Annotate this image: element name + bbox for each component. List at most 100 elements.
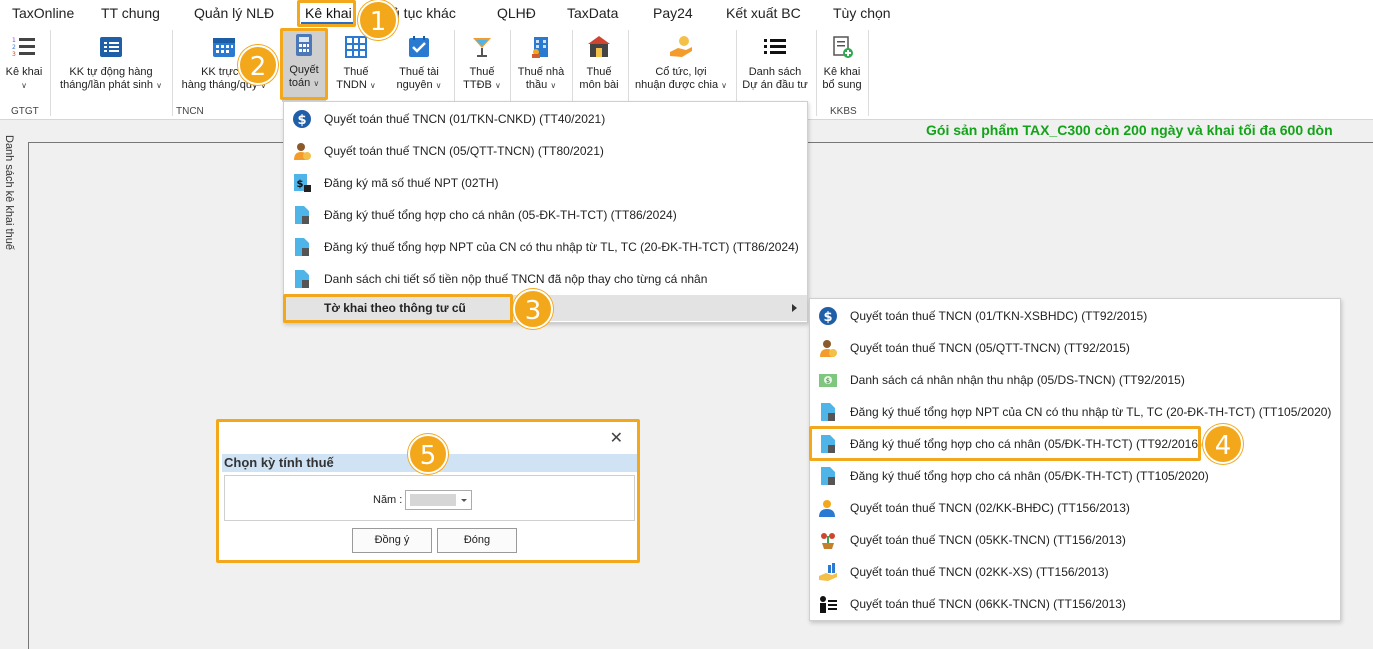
top-menubar: TaxOnline TT chung Quản lý NLĐ Kê khai ủ… — [0, 0, 1373, 26]
thue-mon-bai-button[interactable]: Thuế môn bài — [576, 30, 622, 102]
svg-text:$: $ — [823, 310, 832, 325]
bullet-list-icon — [764, 39, 786, 54]
chevron-down-icon: ∨ — [369, 81, 376, 90]
tab-taxonline[interactable]: TaxOnline — [12, 0, 74, 26]
callout-badge-2: 2 — [238, 45, 278, 85]
submenu-item-label: Đăng ký thuế tổng hợp cho cá nhân (05/ĐK… — [850, 469, 1209, 483]
tab-thu-tuc-khac[interactable]: ủ tục khác — [392, 0, 456, 26]
ke-khai-bo-sung-label2: bổ sung — [822, 79, 862, 91]
tab-tuy-chon[interactable]: Tùy chọn — [833, 0, 891, 26]
tab-pay24[interactable]: Pay24 — [653, 0, 693, 26]
thue-tndn-label1: Thuế — [343, 66, 369, 78]
chevron-down-icon: ∨ — [21, 81, 27, 90]
thue-tndn-button[interactable]: Thuế TNDN ∨ — [334, 30, 378, 102]
chevron-down-icon: ∨ — [494, 81, 501, 90]
co-tuc-label2: nhuận được chia — [635, 79, 719, 91]
menu-item[interactable]: $ Quyết toán thuế TNCN (01/TKN-CNKD) (TT… — [284, 103, 807, 135]
callout-badge-3: 3 — [513, 289, 553, 329]
submenu-item-label: Quyết toán thuế TNCN (05/QTT-TNCN) (TT92… — [850, 341, 1130, 355]
submenu-item-label: Quyết toán thuế TNCN (06KK-TNCN) (TT156/… — [850, 597, 1126, 611]
thue-ttdb-button[interactable]: Thuế TTĐB ∨ — [460, 30, 504, 102]
svg-text:$: $ — [297, 113, 306, 128]
submenu-item[interactable]: Đăng ký thuế tổng hợp cho cá nhân (05/ĐK… — [810, 460, 1340, 492]
document-icon — [821, 403, 835, 421]
highlight-submenu-item — [809, 426, 1201, 461]
hand-chart-icon — [819, 563, 837, 581]
dollar-circle-icon: $ — [819, 307, 837, 325]
submenu-item[interactable]: $ Quyết toán thuế TNCN (01/TKN-XSBHDC) (… — [810, 300, 1340, 332]
ke-khai-button[interactable]: 1 2 3 Kê khai ∨ — [2, 30, 46, 102]
thue-nha-thau-label2: thầu — [525, 79, 548, 91]
plant-icon — [821, 533, 835, 549]
store-icon — [588, 36, 610, 57]
submenu-item-label: Quyết toán thuế TNCN (05KK-TNCN) (TT156/… — [850, 533, 1126, 547]
submenu-item-label: Danh sách cá nhân nhận thu nhập (05/DS-T… — [850, 373, 1185, 387]
document-icon — [821, 467, 835, 485]
numbered-list-icon: 1 2 3 — [12, 37, 35, 58]
quyet-toan-menu: $ Quyết toán thuế TNCN (01/TKN-CNKD) (TT… — [283, 101, 808, 323]
tab-qlhd[interactable]: QLHĐ — [497, 0, 536, 26]
submenu-item-label: Quyết toán thuế TNCN (01/TKN-XSBHDC) (TT… — [850, 309, 1148, 323]
doc-dollar-icon: $ — [294, 174, 311, 192]
calendar-list-icon — [100, 37, 122, 57]
svg-text:1: 1 — [12, 37, 16, 44]
promo-banner: Gói sản phẩm TAX_C300 còn 200 ngày và kh… — [926, 122, 1333, 138]
danh-sach-du-an-button[interactable]: Danh sách Dự án đầu tư — [740, 30, 810, 102]
menu-item-label: Đăng ký mã số thuế NPT (02TH) — [324, 176, 499, 190]
svg-text:3: 3 — [12, 51, 16, 58]
menu-item[interactable]: Đăng ký thuế tổng hợp NPT của CN có thu … — [284, 231, 807, 263]
checkbox-calendar-icon — [409, 36, 429, 57]
thue-mon-bai-label2: môn bài — [579, 79, 619, 91]
thue-tai-nguyen-label2: nguyên — [396, 79, 433, 91]
highlight-quyet-toan-button — [280, 28, 328, 100]
doc-add-icon — [833, 36, 853, 58]
thue-mon-bai-label1: Thuế — [586, 66, 612, 78]
chevron-down-icon: ∨ — [156, 81, 162, 90]
menu-item[interactable]: Đăng ký thuế tổng hợp cho cá nhân (05-ĐK… — [284, 199, 807, 231]
menu-item[interactable]: $ Đăng ký mã số thuế NPT (02TH) — [284, 167, 807, 199]
kk-tu-dong-label2: tháng/lần phát sinh — [60, 79, 154, 91]
callout-badge-4: 4 — [1203, 424, 1243, 464]
svg-text:$: $ — [826, 377, 830, 385]
person-coin-icon — [294, 143, 311, 160]
group-label-kkbs: KKBS — [830, 106, 857, 117]
menu-item[interactable]: Quyết toán thuế TNCN (05/QTT-TNCN) (TT80… — [284, 135, 807, 167]
document-icon — [295, 238, 309, 256]
grid-icon — [345, 36, 367, 58]
menu-item[interactable]: Danh sách chi tiết số tiền nộp thuế TNCN… — [284, 263, 807, 295]
co-tuc-label1: Cổ tức, lợi — [655, 66, 707, 78]
tab-ket-xuat-bc[interactable]: Kết xuất BC — [726, 0, 801, 26]
thue-tai-nguyen-button[interactable]: Thuế tài nguyên ∨ — [392, 30, 446, 102]
chevron-down-icon: ∨ — [550, 81, 557, 90]
danh-sach-label2: Dự án đầu tư — [742, 79, 808, 91]
submenu-item[interactable]: Đăng ký thuế tổng hợp NPT của CN có thu … — [810, 396, 1340, 428]
submenu-item[interactable]: Quyết toán thuế TNCN (02/KK-BHĐC) (TT156… — [810, 492, 1340, 524]
tab-taxdata[interactable]: TaxData — [567, 0, 618, 26]
chevron-right-icon — [792, 304, 797, 312]
ke-khai-bo-sung-button[interactable]: Kê khai bổ sung — [820, 30, 864, 102]
tab-quan-ly-nld[interactable]: Quản lý NLĐ — [194, 0, 274, 26]
submenu-item[interactable]: Quyết toán thuế TNCN (02KK-XS) (TT156/20… — [810, 556, 1340, 588]
kk-tu-dong-button[interactable]: KK tự động hàng tháng/lần phát sinh ∨ — [56, 30, 166, 102]
submenu-item[interactable]: Quyết toán thuế TNCN (05KK-TNCN) (TT156/… — [810, 524, 1340, 556]
group-label-gtgt: GTGT — [11, 106, 39, 117]
cocktail-icon — [473, 38, 491, 57]
tab-tt-chung[interactable]: TT chung — [101, 0, 160, 26]
submenu-item-label: Đăng ký thuế tổng hợp NPT của CN có thu … — [850, 405, 1332, 419]
dollar-circle-icon: $ — [293, 110, 311, 128]
left-panel-tab[interactable]: Danh sách kê khai thuế — [3, 135, 15, 250]
thue-nha-thau-button[interactable]: Thuế nhà thầu ∨ — [514, 30, 568, 102]
submenu-item[interactable]: Quyết toán thuế TNCN (06KK-TNCN) (TT156/… — [810, 588, 1340, 620]
submenu-item-label: Quyết toán thuế TNCN (02KK-XS) (TT156/20… — [850, 565, 1109, 579]
person-list-icon — [820, 596, 837, 613]
svg-text:2: 2 — [12, 44, 16, 51]
thue-ttdb-label1: Thuế — [469, 66, 495, 78]
co-tuc-button[interactable]: Cổ tức, lợi nhuận được chia ∨ — [632, 30, 730, 102]
submenu-item[interactable]: $ Danh sách cá nhân nhận thu nhập (05/DS… — [810, 364, 1340, 396]
thue-tai-nguyen-label1: Thuế tài — [399, 66, 439, 78]
submenu-item[interactable]: Quyết toán thuế TNCN (05/QTT-TNCN) (TT92… — [810, 332, 1340, 364]
thue-ttdb-label2: TTĐB — [463, 79, 492, 91]
person-pen-icon — [819, 500, 835, 517]
menu-item-label: Quyết toán thuế TNCN (01/TKN-CNKD) (TT40… — [324, 112, 606, 126]
building-icon — [532, 37, 548, 58]
